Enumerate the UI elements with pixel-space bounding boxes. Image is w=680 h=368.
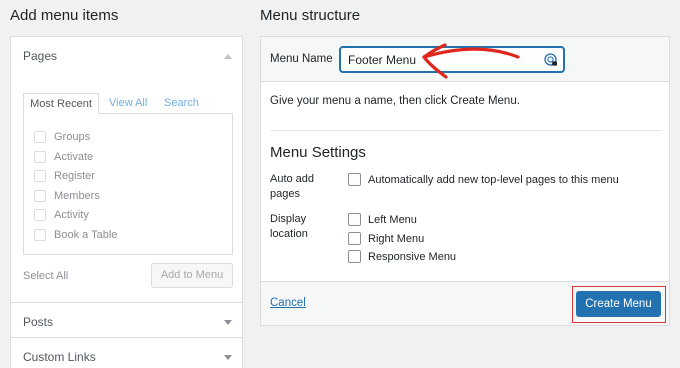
pages-section: Pages Most Recent View All Search Groups… xyxy=(11,37,242,303)
auto-add-pages-checkbox[interactable] xyxy=(348,173,361,186)
menu-footer: Cancel Create Menu xyxy=(261,281,669,325)
menu-name-bar: Menu Name xyxy=(261,37,669,82)
page-checkbox[interactable] xyxy=(34,151,46,163)
page-label: Book a Table xyxy=(54,229,118,241)
list-item[interactable]: Register xyxy=(34,169,95,183)
add-to-menu-button[interactable]: Add to Menu xyxy=(151,263,233,288)
display-location-label: Display location xyxy=(270,213,308,240)
create-menu-highlight: Create Menu xyxy=(572,286,666,323)
responsive-menu-checkbox[interactable] xyxy=(348,250,361,263)
page-checkbox[interactable] xyxy=(34,229,46,241)
menu-instructions: Give your menu a name, then click Create… xyxy=(270,95,520,107)
custom-links-section[interactable]: Custom Links xyxy=(11,338,242,368)
tab-most-recent[interactable]: Most Recent xyxy=(23,93,99,114)
password-manager-icon[interactable] xyxy=(544,53,558,67)
responsive-menu-option[interactable]: Responsive Menu xyxy=(348,250,456,263)
list-item[interactable]: Book a Table xyxy=(34,228,117,242)
pages-section-title[interactable]: Pages xyxy=(23,49,57,63)
custom-links-section-title[interactable]: Custom Links xyxy=(23,350,96,364)
add-menu-items-panel: Pages Most Recent View All Search Groups… xyxy=(10,36,243,368)
pages-tabs: Most Recent View All Search xyxy=(23,93,233,114)
select-all-checkbox-label[interactable]: Select All xyxy=(23,270,68,282)
responsive-menu-label: Responsive Menu xyxy=(368,250,457,263)
menu-settings-title: Menu Settings xyxy=(270,144,366,161)
chevron-down-icon[interactable] xyxy=(224,320,232,325)
right-menu-checkbox[interactable] xyxy=(348,232,361,245)
create-menu-button[interactable]: Create Menu xyxy=(576,291,661,317)
right-menu-option[interactable]: Right Menu xyxy=(348,232,424,245)
menu-name-input[interactable] xyxy=(339,46,565,73)
menu-structure-panel: Menu Name Give your menu a name, then cl… xyxy=(260,36,670,326)
page-label: Groups xyxy=(54,131,91,143)
pages-list: Groups Activate Register Members Activit… xyxy=(23,113,233,255)
left-menu-label: Left Menu xyxy=(368,213,417,226)
posts-section-title[interactable]: Posts xyxy=(23,315,53,329)
add-menu-items-heading: Add menu items xyxy=(10,7,119,24)
list-item[interactable]: Groups xyxy=(34,130,90,144)
page-label: Register xyxy=(54,170,95,182)
list-item[interactable]: Members xyxy=(34,189,100,203)
chevron-up-icon[interactable] xyxy=(224,54,232,59)
list-item[interactable]: Activate xyxy=(34,150,93,164)
right-menu-label: Right Menu xyxy=(368,232,425,245)
auto-add-pages-text: Automatically add new top-level pages to… xyxy=(368,173,619,186)
divider xyxy=(270,130,662,131)
chevron-down-icon[interactable] xyxy=(224,355,232,360)
auto-add-pages-option[interactable]: Automatically add new top-level pages to… xyxy=(348,173,619,186)
page-label: Activity xyxy=(54,209,89,221)
page-label: Activate xyxy=(54,151,94,163)
left-menu-option[interactable]: Left Menu xyxy=(348,213,417,226)
tab-view-all[interactable]: View All xyxy=(109,93,147,114)
tab-search[interactable]: Search xyxy=(164,93,199,114)
page-checkbox[interactable] xyxy=(34,131,46,143)
page-label: Members xyxy=(54,190,100,202)
auto-add-pages-label: Auto add pages xyxy=(270,173,315,200)
cancel-link[interactable]: Cancel xyxy=(270,297,306,309)
page-checkbox[interactable] xyxy=(34,190,46,202)
menu-structure-heading: Menu structure xyxy=(260,7,361,24)
menu-name-label: Menu Name xyxy=(270,53,333,65)
page-checkbox[interactable] xyxy=(34,209,46,221)
page-checkbox[interactable] xyxy=(34,170,46,182)
posts-section[interactable]: Posts xyxy=(11,303,242,338)
left-menu-checkbox[interactable] xyxy=(348,213,361,226)
list-item[interactable]: Activity xyxy=(34,208,89,222)
